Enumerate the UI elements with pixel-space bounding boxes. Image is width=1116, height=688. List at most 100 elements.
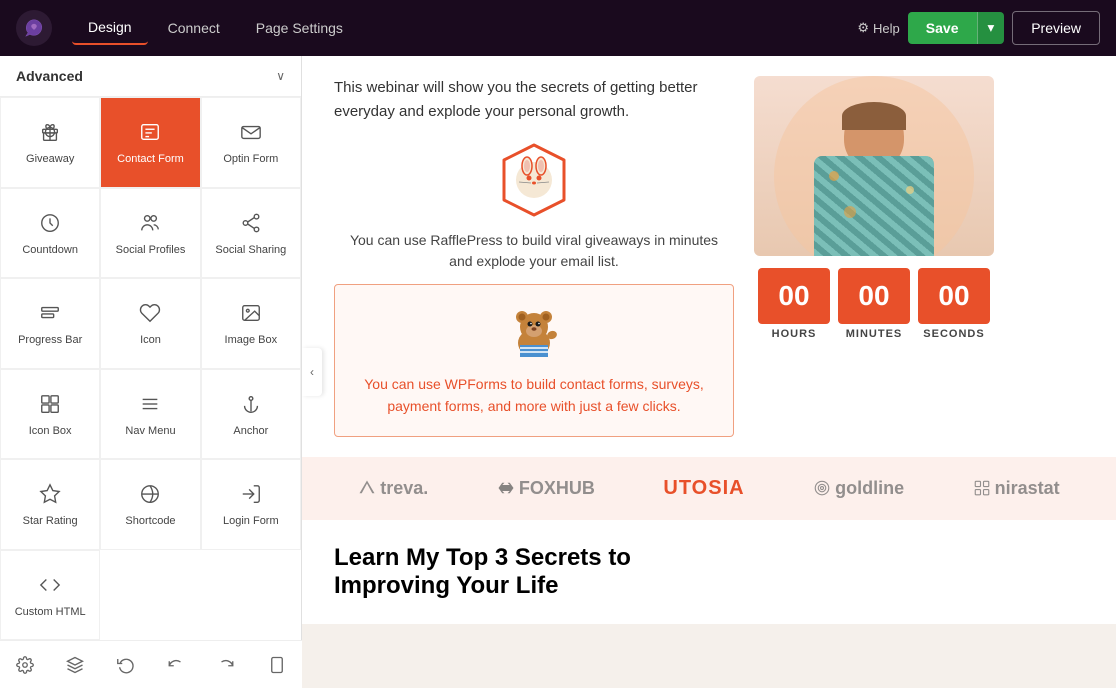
widget-shortcode-label: Shortcode [125, 514, 175, 528]
gift-icon [36, 118, 64, 146]
widget-star-rating[interactable]: Star Rating [0, 459, 100, 550]
heart-icon [136, 299, 164, 327]
logo-utosia: UTOSIA [663, 477, 744, 500]
right-panel: 00 HOURS 00 MINUTES 00 SECONDS [754, 76, 994, 340]
raffle-logo-area: You can use RafflePress to build viral g… [334, 140, 734, 272]
widget-login-form-label: Login Form [223, 514, 279, 528]
widget-optin-form-label: Optin Form [223, 152, 278, 166]
star-icon [36, 480, 64, 508]
tab-page-settings[interactable]: Page Settings [240, 11, 359, 45]
code-icon [36, 571, 64, 599]
webinar-text: This webinar will show you the secrets o… [334, 76, 734, 124]
raffle-icon [494, 140, 574, 220]
canvas-area: ‹ This webinar will show you the secrets… [302, 56, 1116, 688]
widget-nav-menu-label: Nav Menu [125, 424, 175, 438]
widget-anchor-label: Anchor [233, 424, 268, 438]
widget-icon-label: Icon [140, 333, 161, 347]
logos-section: treva. FOXHUB UTOSIA goldline [302, 457, 1116, 520]
email-icon [237, 118, 265, 146]
widget-progress-bar-label: Progress Bar [18, 333, 82, 347]
countdown-hours-value: 00 [758, 268, 830, 324]
save-dropdown-button[interactable]: ▾ [977, 12, 1005, 44]
widget-social-profiles-label: Social Profiles [116, 243, 186, 257]
logo-foxhub-text: FOXHUB [519, 478, 595, 499]
logo-utosia-text: UTOSIA [663, 477, 744, 500]
widget-countdown[interactable]: Countdown [0, 188, 100, 279]
bars-icon [36, 299, 64, 327]
iconbox-icon [36, 390, 64, 418]
widget-contact-form-label: Contact Form [117, 152, 184, 166]
widget-login-form[interactable]: Login Form [201, 459, 301, 550]
widget-countdown-label: Countdown [22, 243, 78, 257]
sidebar: Advanced ∨ Giveaway [0, 56, 302, 688]
countdown-hours-label: HOURS [758, 328, 830, 340]
bottom-section: Learn My Top 3 Secrets to Improving Your… [302, 520, 1116, 624]
wpforms-text: You can use WPForms to build contact for… [353, 373, 715, 418]
top-navigation: Design Connect Page Settings ⚙ Help Save… [0, 0, 1116, 56]
person-photo [754, 76, 994, 256]
logo-goldline: goldline [813, 478, 904, 499]
widget-icon-box[interactable]: Icon Box [0, 369, 100, 460]
settings-button[interactable] [8, 648, 42, 682]
mobile-view-button[interactable] [260, 648, 294, 682]
login-icon [237, 480, 265, 508]
widget-social-sharing-label: Social Sharing [215, 243, 286, 257]
help-label: Help [873, 21, 900, 36]
redo-button[interactable] [209, 648, 243, 682]
widget-optin-form[interactable]: Optin Form [201, 97, 301, 188]
form-icon [136, 118, 164, 146]
widget-social-sharing[interactable]: Social Sharing [201, 188, 301, 279]
clock-icon [36, 209, 64, 237]
widget-image-box[interactable]: Image Box [201, 278, 301, 369]
tab-design[interactable]: Design [72, 11, 148, 45]
widget-nav-menu[interactable]: Nav Menu [100, 369, 200, 460]
logo-nirastat: nirastat [973, 478, 1060, 499]
help-button[interactable]: ⚙ Help [857, 20, 899, 36]
widget-progress-bar[interactable]: Progress Bar [0, 278, 100, 369]
widget-anchor[interactable]: Anchor [201, 369, 301, 460]
sidebar-header: Advanced ∨ [0, 56, 301, 97]
widgets-grid: Giveaway Contact Form [0, 97, 301, 640]
widget-icon[interactable]: Icon [100, 278, 200, 369]
logo-nirastat-text: nirastat [995, 478, 1060, 499]
sidebar-collapse-icon[interactable]: ∨ [276, 69, 285, 83]
logo-goldline-text: goldline [835, 478, 904, 499]
webinar-section: This webinar will show you the secrets o… [302, 56, 1116, 457]
raffle-description: You can use RafflePress to build viral g… [334, 230, 734, 272]
wpforms-mascot [504, 303, 564, 363]
logo-foxhub: FOXHUB [497, 478, 595, 499]
wpforms-box: You can use WPForms to build contact for… [334, 284, 734, 437]
widget-shortcode[interactable]: Shortcode [100, 459, 200, 550]
logo-treva: treva. [358, 478, 428, 499]
widget-custom-html[interactable]: Custom HTML [0, 550, 100, 641]
bottom-toolbar [0, 640, 302, 688]
widget-image-box-label: Image Box [225, 333, 278, 347]
widget-social-profiles[interactable]: Social Profiles [100, 188, 200, 279]
countdown-seconds: 00 SECONDS [918, 268, 990, 340]
undo-button[interactable] [159, 648, 193, 682]
nav-right-actions: ⚙ Help Save ▾ Preview [857, 11, 1100, 45]
app-logo [16, 10, 52, 46]
share-icon [237, 209, 265, 237]
save-button-group: Save ▾ [908, 12, 1004, 44]
widget-contact-form[interactable]: Contact Form [100, 97, 200, 188]
tab-connect[interactable]: Connect [152, 11, 236, 45]
history-button[interactable] [109, 648, 143, 682]
widget-custom-html-label: Custom HTML [15, 605, 86, 619]
countdown-minutes-value: 00 [838, 268, 910, 324]
save-button[interactable]: Save [908, 12, 977, 44]
people-icon [136, 209, 164, 237]
widget-giveaway[interactable]: Giveaway [0, 97, 100, 188]
sidebar-title: Advanced [16, 68, 83, 84]
widget-icon-box-label: Icon Box [29, 424, 72, 438]
countdown-hours: 00 HOURS [758, 268, 830, 340]
layers-button[interactable] [58, 648, 92, 682]
wp-icon [136, 480, 164, 508]
nav-tab-group: Design Connect Page Settings [72, 11, 849, 45]
widget-star-rating-label: Star Rating [23, 514, 78, 528]
image-icon [237, 299, 265, 327]
preview-button[interactable]: Preview [1012, 11, 1100, 45]
countdown-minutes: 00 MINUTES [838, 268, 910, 340]
bottom-heading: Learn My Top 3 Secrets to Improving Your… [334, 544, 631, 600]
sidebar-collapse-handle[interactable]: ‹ [302, 348, 322, 396]
